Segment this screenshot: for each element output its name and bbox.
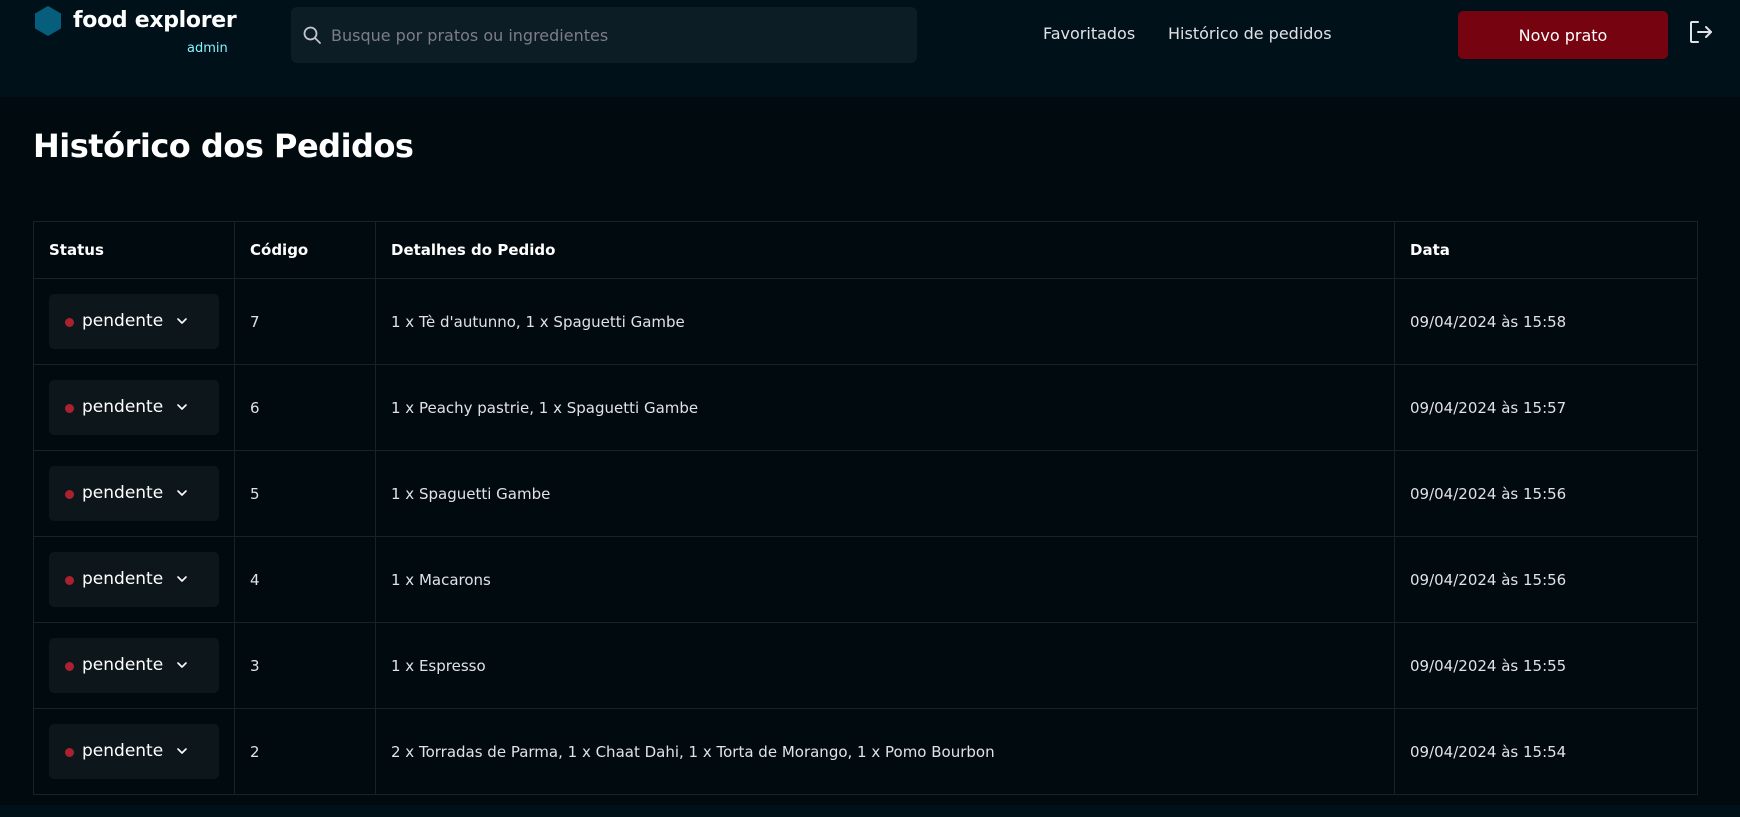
status-select[interactable]: pendente	[49, 724, 219, 779]
table-row: pendente 6 1 x Peachy pastrie, 1 x Spaguet…	[33, 364, 1698, 451]
footer	[0, 805, 1740, 817]
logout-button[interactable]	[1688, 19, 1714, 45]
date-cell: 09/04/2024 às 15:57	[1394, 364, 1698, 451]
new-dish-button[interactable]: Novo prato	[1458, 11, 1668, 59]
table-header-row: Status Código Detalhes do Pedido Data	[33, 221, 1698, 279]
details-cell: 1 x Spaguetti Gambe	[375, 450, 1395, 537]
status-cell: pendente	[33, 450, 235, 537]
table-row: pendente 2 2 x Torradas de Parma, 1 x Chaa…	[33, 708, 1698, 795]
column-header-status: Status	[33, 221, 235, 279]
status-dot	[65, 576, 74, 585]
chevron-down-icon	[177, 490, 187, 496]
column-header-code: Código	[234, 221, 376, 279]
status-dot	[65, 662, 74, 671]
app-logo[interactable]: food explorer admin	[35, 6, 237, 66]
status-label: pendente	[82, 741, 164, 761]
status-select[interactable]: pendente	[49, 466, 219, 521]
status-dot	[65, 404, 74, 413]
hexagon-icon	[35, 6, 61, 36]
table-row: pendente 3 1 x Espresso 09/04/2024 às 15:55	[33, 622, 1698, 709]
search-bar	[291, 7, 917, 63]
nav-order-history-link[interactable]: Histórico de pedidos	[1168, 24, 1332, 43]
top-header: food explorer admin Favoritados Históric…	[0, 0, 1740, 97]
chevron-down-icon	[177, 662, 187, 668]
nav-favorites-link[interactable]: Favoritados	[1043, 24, 1135, 43]
search-input[interactable]	[331, 7, 901, 63]
details-cell: 2 x Torradas de Parma, 1 x Chaat Dahi, 1…	[375, 708, 1395, 795]
status-cell: pendente	[33, 364, 235, 451]
details-cell: 1 x Tè d'autunno, 1 x Spaguetti Gambe	[375, 278, 1395, 365]
search-icon	[303, 26, 321, 44]
page-title: Histórico dos Pedidos	[33, 127, 414, 165]
code-cell: 2	[234, 708, 376, 795]
chevron-down-icon	[177, 404, 187, 410]
table-row: pendente 4 1 x Macarons 09/04/2024 às 15:56	[33, 536, 1698, 623]
code-cell: 7	[234, 278, 376, 365]
date-cell: 09/04/2024 às 15:54	[1394, 708, 1698, 795]
status-label: pendente	[82, 311, 164, 331]
status-select[interactable]: pendente	[49, 638, 219, 693]
table-row: pendente 5 1 x Spaguetti Gambe 09/04/2024 à…	[33, 450, 1698, 537]
status-select[interactable]: pendente	[49, 380, 219, 435]
status-cell: pendente	[33, 278, 235, 365]
orders-table: Status Código Detalhes do Pedido Data pe…	[33, 221, 1698, 795]
chevron-down-icon	[177, 318, 187, 324]
chevron-down-icon	[177, 576, 187, 582]
sign-out-icon	[1690, 21, 1712, 43]
status-cell: pendente	[33, 708, 235, 795]
column-header-details: Detalhes do Pedido	[375, 221, 1395, 279]
status-label: pendente	[82, 483, 164, 503]
status-label: pendente	[82, 397, 164, 417]
code-cell: 5	[234, 450, 376, 537]
date-cell: 09/04/2024 às 15:56	[1394, 536, 1698, 623]
status-dot	[65, 490, 74, 499]
details-cell: 1 x Peachy pastrie, 1 x Spaguetti Gambe	[375, 364, 1395, 451]
status-cell: pendente	[33, 536, 235, 623]
date-cell: 09/04/2024 às 15:55	[1394, 622, 1698, 709]
date-cell: 09/04/2024 às 15:56	[1394, 450, 1698, 537]
details-cell: 1 x Espresso	[375, 622, 1395, 709]
code-cell: 3	[234, 622, 376, 709]
status-dot	[65, 318, 74, 327]
status-select[interactable]: pendente	[49, 552, 219, 607]
status-label: pendente	[82, 655, 164, 675]
date-cell: 09/04/2024 às 15:58	[1394, 278, 1698, 365]
chevron-down-icon	[177, 748, 187, 754]
status-cell: pendente	[33, 622, 235, 709]
column-header-date: Data	[1394, 221, 1698, 279]
admin-badge: admin	[187, 41, 228, 56]
status-dot	[65, 748, 74, 757]
status-select[interactable]: pendente	[49, 294, 219, 349]
status-label: pendente	[82, 569, 164, 589]
code-cell: 4	[234, 536, 376, 623]
logo-text: food explorer	[73, 8, 237, 33]
code-cell: 6	[234, 364, 376, 451]
table-row: pendente 7 1 x Tè d'autunno, 1 x Spaguetti…	[33, 278, 1698, 365]
details-cell: 1 x Macarons	[375, 536, 1395, 623]
